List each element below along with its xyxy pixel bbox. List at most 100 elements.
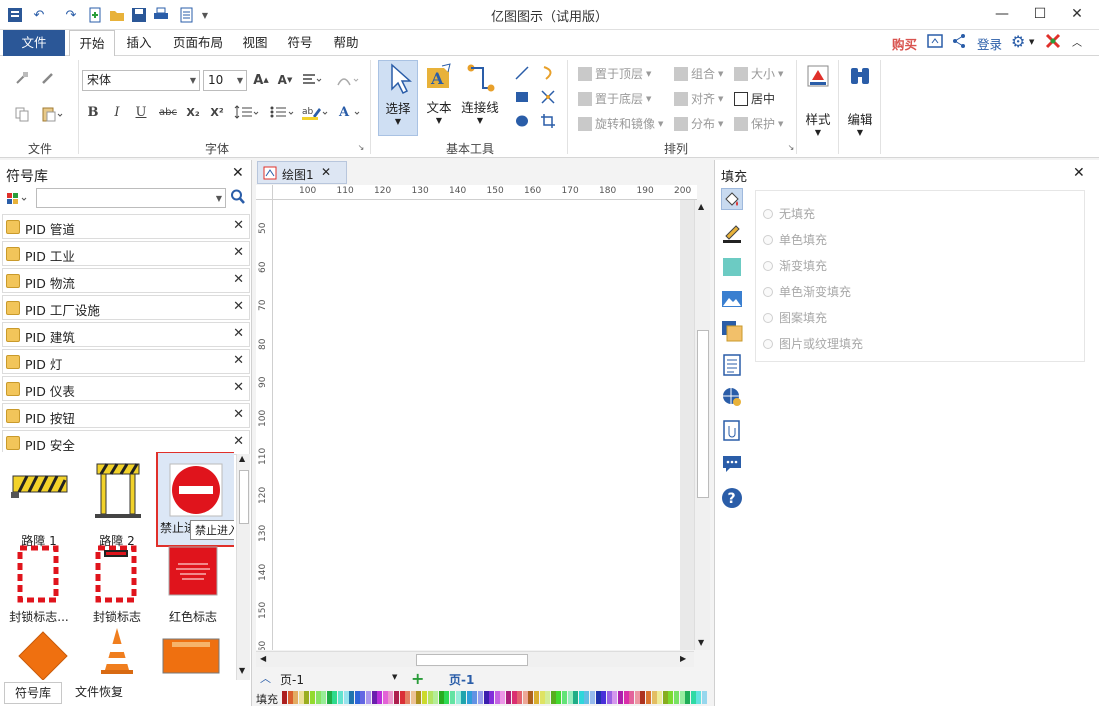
- color-swatch[interactable]: [483, 691, 489, 704]
- color-swatch[interactable]: [315, 691, 321, 704]
- color-swatch[interactable]: [690, 691, 696, 704]
- fill-option[interactable]: 无填充: [763, 205, 815, 222]
- scroll-down-icon[interactable]: ▼: [239, 666, 245, 675]
- distribute-button[interactable]: 分布 ▼: [674, 115, 723, 132]
- color-swatch[interactable]: [674, 691, 679, 704]
- color-swatch[interactable]: [528, 691, 534, 704]
- bold-button[interactable]: B: [84, 102, 102, 122]
- scroll-up-icon[interactable]: ▲: [698, 202, 704, 211]
- scroll-down-icon[interactable]: ▼: [698, 638, 704, 647]
- color-swatch[interactable]: [539, 691, 545, 704]
- color-swatch[interactable]: [394, 691, 399, 704]
- color-swatch[interactable]: [332, 691, 338, 704]
- italic-button[interactable]: I: [108, 102, 126, 122]
- color-swatch[interactable]: [310, 691, 315, 704]
- close-fill-panel-icon[interactable]: ✕: [1073, 165, 1085, 181]
- tab-file-recovery[interactable]: 文件恢复: [66, 682, 132, 704]
- color-swatch[interactable]: [450, 691, 455, 704]
- color-swatch[interactable]: [438, 691, 444, 704]
- color-swatch[interactable]: [612, 691, 618, 704]
- ellipse-tool-icon[interactable]: [512, 112, 532, 130]
- fill-option[interactable]: 图片或纹理填充: [763, 335, 863, 352]
- color-swatch[interactable]: [702, 691, 707, 704]
- scroll-thumb[interactable]: [697, 330, 709, 498]
- edit-button[interactable]: 编辑 ▼: [842, 62, 878, 146]
- library-item[interactable]: PID 工厂设施 ✕: [2, 295, 250, 320]
- hyperlink-globe-icon[interactable]: [721, 386, 743, 408]
- color-swatch[interactable]: [662, 691, 668, 704]
- tab-view[interactable]: 视图: [234, 30, 276, 56]
- center-button[interactable]: 居中: [734, 90, 775, 107]
- color-swatch[interactable]: [321, 691, 327, 704]
- font-color-icon[interactable]: A: [336, 102, 364, 122]
- color-swatch[interactable]: [399, 691, 405, 704]
- library-item[interactable]: PID 物流 ✕: [2, 268, 250, 293]
- send-to-back-button[interactable]: 置于底层 ▼: [578, 90, 651, 107]
- color-swatch[interactable]: [511, 691, 517, 704]
- brush-icon[interactable]: [38, 68, 58, 88]
- library-item[interactable]: PID 建筑 ✕: [2, 322, 250, 347]
- collapse-ribbon-icon[interactable]: ︿: [1072, 34, 1082, 49]
- color-swatch[interactable]: [601, 691, 607, 704]
- line-spacing-icon[interactable]: [232, 102, 260, 122]
- superscript-button[interactable]: X²: [207, 102, 227, 122]
- close-tab-icon[interactable]: ✕: [321, 165, 331, 179]
- arrange-dialog-launcher-icon[interactable]: ↘: [786, 142, 796, 152]
- color-swatch[interactable]: [606, 691, 612, 704]
- color-swatch[interactable]: [657, 691, 663, 704]
- tab-home[interactable]: 开始: [69, 30, 115, 57]
- scroll-thumb[interactable]: [239, 470, 249, 524]
- color-swatch[interactable]: [466, 691, 472, 704]
- color-swatch[interactable]: [640, 691, 646, 704]
- symbol-roadblock-1[interactable]: 路障 1: [4, 460, 74, 548]
- color-swatch[interactable]: [343, 691, 349, 704]
- color-swatch[interactable]: [618, 691, 623, 704]
- format-painter-icon[interactable]: [12, 68, 32, 88]
- scroll-thumb[interactable]: [416, 654, 528, 666]
- shadow-color-icon[interactable]: [721, 256, 743, 278]
- expand-pages-icon[interactable]: ︿: [260, 670, 271, 686]
- paste-icon[interactable]: [38, 104, 66, 124]
- tab-page-layout[interactable]: 页面布局: [165, 30, 231, 56]
- document-list-icon[interactable]: [721, 354, 743, 376]
- color-swatch[interactable]: [354, 691, 360, 704]
- font-size-select[interactable]: 10 ▼: [203, 70, 247, 91]
- rotate-mirror-button[interactable]: 旋转和镜像 ▼: [578, 115, 663, 132]
- color-swatch[interactable]: [522, 691, 528, 704]
- shrink-font-icon[interactable]: A ▼: [276, 70, 294, 90]
- scroll-up-icon[interactable]: ▲: [239, 454, 245, 463]
- select-tool-button[interactable]: 选择 ▼: [378, 60, 418, 136]
- connector-tool-button[interactable]: 连接线 ▼: [458, 60, 502, 136]
- color-swatch[interactable]: [416, 691, 422, 704]
- symbol-orange-warning-sign[interactable]: [156, 636, 226, 680]
- library-item[interactable]: PID 工业 ✕: [2, 241, 250, 266]
- color-swatch[interactable]: [293, 691, 299, 704]
- close-panel-icon[interactable]: ✕: [232, 165, 244, 181]
- color-swatch[interactable]: [590, 691, 595, 704]
- color-swatch[interactable]: [646, 691, 651, 704]
- color-swatch[interactable]: [545, 691, 551, 704]
- document-tab[interactable]: 绘图1 ✕: [257, 161, 347, 184]
- symbol-roadblock-2[interactable]: 路障 2: [82, 460, 152, 548]
- color-swatch[interactable]: [338, 691, 343, 704]
- share-screen-icon[interactable]: [927, 33, 943, 52]
- color-swatch[interactable]: [326, 691, 332, 704]
- library-item[interactable]: PID 灯 ✕: [2, 349, 250, 374]
- library-item[interactable]: PID 仪表 ✕: [2, 376, 250, 401]
- copy-icon[interactable]: [12, 104, 32, 124]
- color-swatch[interactable]: [651, 691, 657, 704]
- symbol-barricade-sign-2[interactable]: 封锁标志: [82, 544, 152, 624]
- page-tab[interactable]: 页-1: [449, 671, 474, 688]
- fill-option[interactable]: 单色填充: [763, 231, 827, 248]
- align-button[interactable]: 对齐 ▼: [674, 90, 723, 107]
- canvas-horizontal-scrollbar[interactable]: ◀ ▶: [256, 651, 694, 667]
- text-curve-icon[interactable]: [334, 70, 362, 90]
- attachment-icon[interactable]: [721, 420, 743, 442]
- highlight-color-icon[interactable]: ab: [300, 102, 330, 122]
- symbol-red-sign[interactable]: 红色标志: [158, 544, 228, 624]
- close-library-icon[interactable]: ✕: [233, 326, 244, 341]
- color-swatch[interactable]: [685, 691, 691, 704]
- color-swatch[interactable]: [382, 691, 388, 704]
- cross-point-tool-icon[interactable]: [538, 88, 558, 106]
- help-icon[interactable]: ?: [721, 487, 743, 509]
